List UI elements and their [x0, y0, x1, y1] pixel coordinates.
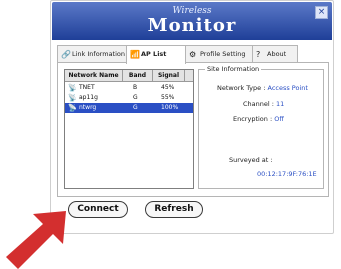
tab-label: AP List — [141, 50, 167, 58]
network-type-row: Network Type : Access Point — [217, 84, 308, 92]
arrow-shape — [6, 211, 66, 269]
site-information-group: Site Information Network Type : Access P… — [198, 65, 324, 189]
close-icon[interactable]: × — [315, 6, 328, 19]
row-band: G — [133, 94, 138, 101]
network-type-value: Access Point — [267, 84, 308, 92]
channel-row: Channel : 11 — [243, 100, 284, 108]
tab-profile-setting[interactable]: ⚙ Profile Setting — [185, 45, 253, 62]
profile-icon: ⚙ — [189, 50, 197, 59]
tab-about[interactable]: ? About — [252, 45, 298, 62]
tab-label: About — [267, 50, 287, 58]
tab-label: Profile Setting — [200, 50, 246, 58]
refresh-button[interactable]: Refresh — [145, 201, 203, 218]
surveyed-bssid-value: 00:12:17:9F:76:1E — [257, 170, 317, 178]
encryption-value: Off — [274, 115, 284, 123]
ap-list-icon: 📶 — [130, 50, 140, 59]
about-icon: ? — [256, 50, 261, 59]
row-signal: 100% — [161, 104, 179, 111]
column-band[interactable]: Band — [123, 70, 153, 81]
encryption-row: Encryption : Off — [233, 115, 284, 123]
column-signal[interactable]: Signal — [153, 70, 185, 81]
channel-label: Channel : — [243, 100, 274, 108]
encryption-label: Encryption : — [233, 115, 273, 123]
row-band: G — [133, 104, 138, 111]
surveyed-label: Surveyed at : — [229, 156, 273, 164]
network-type-label: Network Type : — [217, 84, 266, 92]
red-arrow-annotation — [6, 211, 66, 269]
site-information-legend: Site Information — [205, 65, 262, 73]
channel-value: 11 — [276, 100, 285, 108]
row-band: B — [133, 84, 138, 91]
tab-ap-list[interactable]: 📶 AP List — [126, 45, 186, 64]
row-signal: 45% — [161, 84, 175, 91]
row-signal: 55% — [161, 94, 175, 101]
